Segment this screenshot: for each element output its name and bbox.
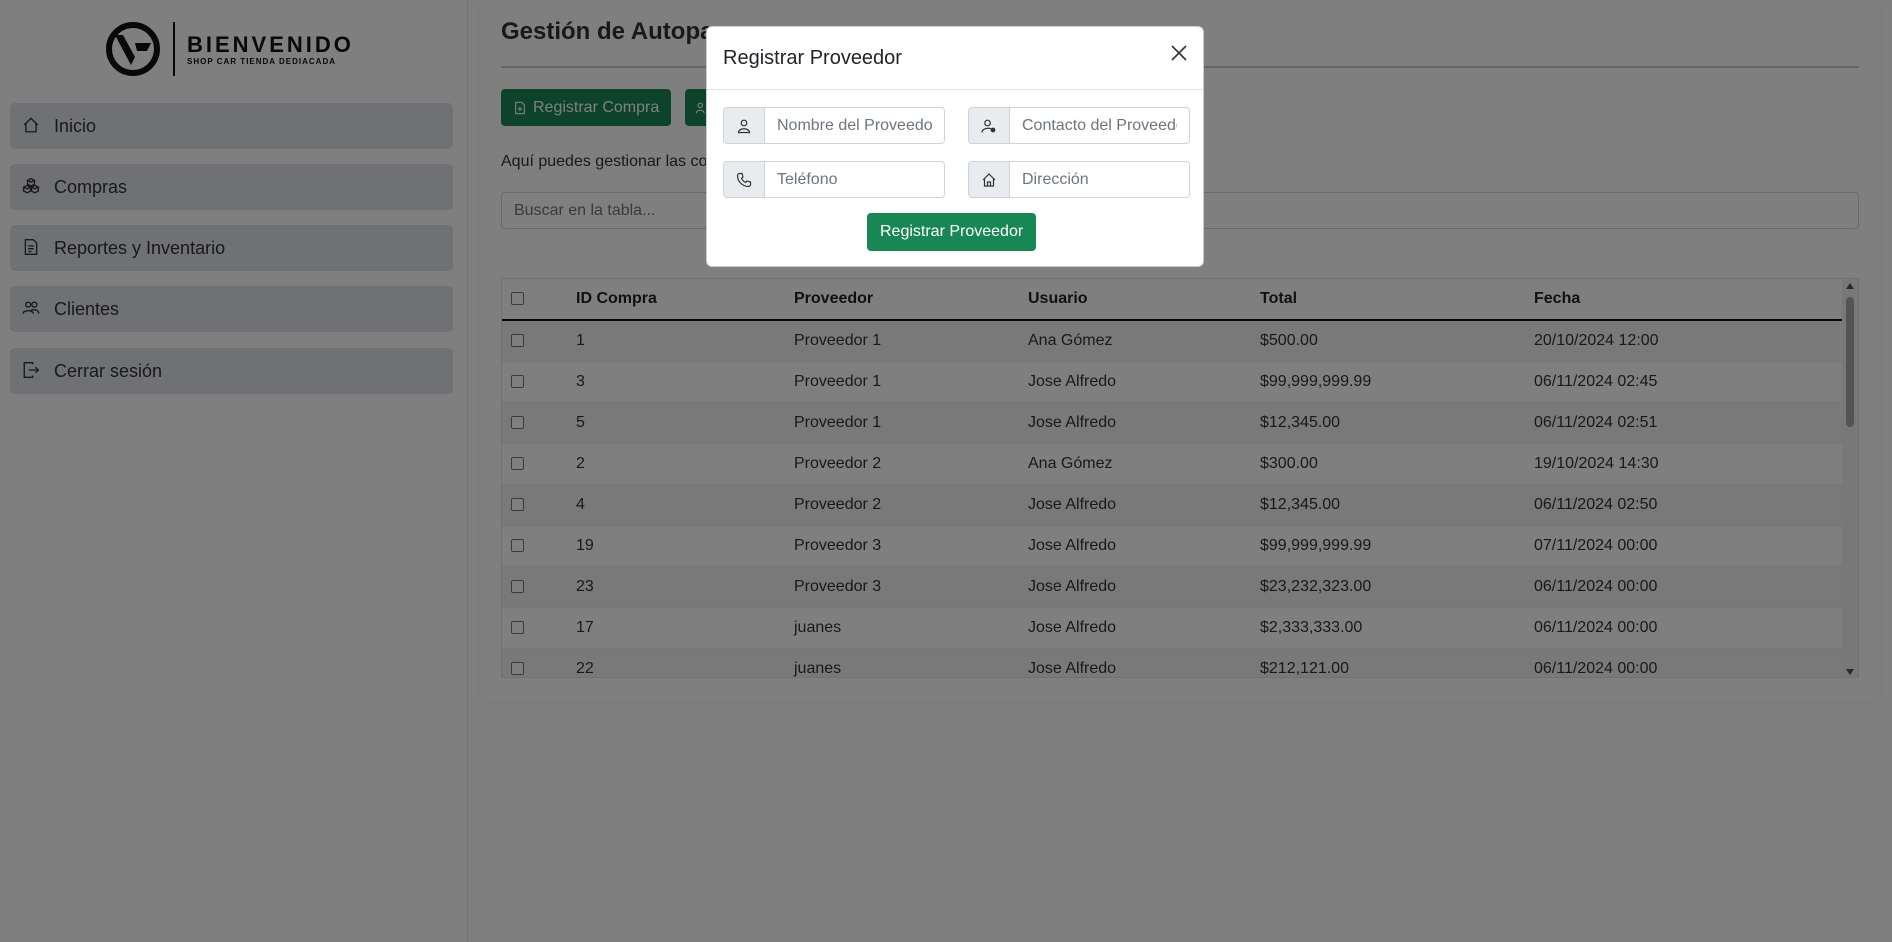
home-icon	[968, 161, 1010, 198]
provider-address-input[interactable]	[1010, 161, 1190, 198]
provider-name-input[interactable]	[765, 107, 945, 144]
phone-icon	[723, 161, 765, 198]
person-gear-icon	[968, 107, 1010, 144]
provider-phone-group	[723, 161, 945, 198]
register-provider-submit-button[interactable]: Registrar Proveedor	[867, 213, 1037, 251]
modal-title: Registrar Proveedor	[723, 47, 902, 69]
provider-contact-group	[968, 107, 1190, 144]
provider-phone-input[interactable]	[765, 161, 945, 198]
close-icon[interactable]	[1167, 41, 1191, 65]
provider-address-group	[968, 161, 1190, 198]
modal-divider	[707, 89, 1203, 90]
provider-name-group	[723, 107, 945, 144]
provider-contact-input[interactable]	[1010, 107, 1190, 144]
person-icon	[723, 107, 765, 144]
register-provider-modal: Registrar Proveedor Registrar Proveedor	[706, 26, 1204, 267]
